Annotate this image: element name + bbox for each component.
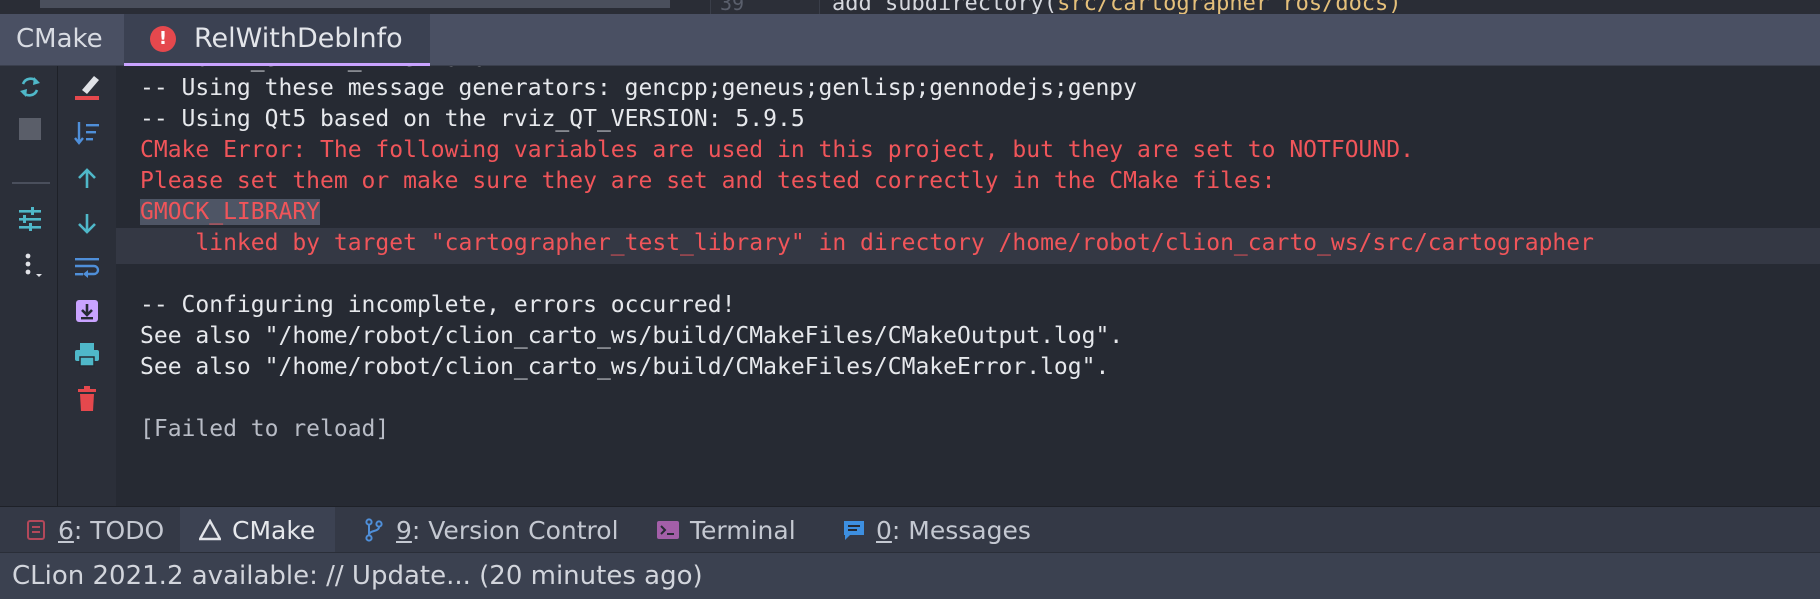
- tool-window-bar: 6: TODO CMake 9: Version Control Termina…: [0, 506, 1820, 553]
- sort-icon[interactable]: [70, 116, 104, 150]
- console-line: -- Configuring incomplete, errors occurr…: [140, 292, 736, 318]
- terminal-icon: [656, 518, 680, 542]
- tab-terminal[interactable]: Terminal: [656, 507, 796, 553]
- down-arrow-icon[interactable]: [70, 206, 104, 240]
- editor-line-number: 39: [720, 0, 745, 14]
- console-line: -- Using Qt5 based on the rviz_QT_VERSIO…: [140, 106, 805, 132]
- console-error-line: Please set them or make sure they are se…: [140, 168, 1276, 194]
- tab-shortcut-number: 6: [58, 515, 74, 545]
- editor-scrollbar[interactable]: [40, 0, 670, 8]
- console-line: See also "/home/robot/clion_carto_ws/bui…: [140, 354, 1110, 380]
- todo-icon: [24, 518, 48, 542]
- tab-messages[interactable]: 0: Messages: [842, 507, 1031, 553]
- clear-icon[interactable]: [70, 70, 104, 104]
- print-icon[interactable]: [70, 338, 104, 372]
- cmake-icon: [198, 518, 222, 542]
- console-error-line: linked by target "cartographer_test_libr…: [140, 230, 1594, 256]
- console-error-line: CMake Error: The following variables are…: [140, 137, 1414, 163]
- tool-window-header: CMake ! RelWithDebInfo: [0, 14, 1820, 66]
- status-bar[interactable]: CLion 2021.2 available: // Update... (20…: [0, 552, 1820, 599]
- tab-label: : Messages: [891, 515, 1031, 545]
- editor-code-text: add_subdirectory(: [832, 0, 1058, 14]
- console-line: See also "/home/robot/clion_carto_ws/bui…: [140, 323, 1124, 349]
- tab-label: Terminal: [690, 515, 796, 545]
- stop-icon[interactable]: [13, 112, 47, 146]
- tab-shortcut-number: 0: [876, 515, 892, 545]
- reload-icon[interactable]: [13, 70, 47, 104]
- version-control-icon: [362, 518, 386, 542]
- tool-window-title: CMake: [16, 24, 103, 54]
- editor-peek: 39 add_subdirectory(src/cartographer_ros…: [0, 0, 1820, 14]
- tab-cmake[interactable]: CMake: [180, 507, 335, 553]
- console-output[interactable]: -- BUILD_SHARED_LIBS is on -- Using thes…: [116, 66, 1820, 506]
- scroll-to-end-icon[interactable]: [70, 294, 104, 328]
- tab-todo[interactable]: 6: TODO: [12, 507, 176, 553]
- tab-label: RelWithDebInfo: [194, 23, 403, 54]
- tab-label: CMake: [232, 515, 316, 545]
- console-toolbar: [58, 66, 116, 506]
- status-update-message[interactable]: CLion 2021.2 available: // Update... (20…: [12, 561, 703, 591]
- settings-sliders-icon[interactable]: [13, 202, 47, 236]
- soft-wrap-icon[interactable]: [70, 250, 104, 284]
- tab-label: : Version Control: [411, 515, 619, 545]
- toolbar-divider: [12, 182, 50, 184]
- tab-shortcut-number: 9: [396, 515, 412, 545]
- selected-text[interactable]: GMOCK_LIBRARY: [140, 199, 321, 225]
- console-error-line: GMOCK_LIBRARY: [140, 197, 321, 227]
- more-vertical-icon[interactable]: [13, 248, 47, 282]
- error-badge-icon: !: [150, 25, 176, 52]
- delete-icon[interactable]: [70, 382, 104, 416]
- up-arrow-icon[interactable]: [70, 162, 104, 196]
- console-line: -- Using these message generators: gencp…: [140, 75, 1137, 101]
- tab-version-control[interactable]: 9: Version Control: [362, 507, 619, 553]
- console-status-line: [Failed to reload]: [140, 416, 390, 442]
- cmake-toolbar-primary: [0, 66, 58, 506]
- editor-code-line: add_subdirectory(src/cartographer_ros/do…: [832, 0, 1402, 14]
- messages-icon: [842, 518, 866, 542]
- tab-relwithdebinfo[interactable]: ! RelWithDebInfo: [124, 14, 430, 66]
- tab-label: : TODO: [73, 515, 165, 545]
- editor-code-path: src/cartographer_ros/docs): [1057, 0, 1402, 14]
